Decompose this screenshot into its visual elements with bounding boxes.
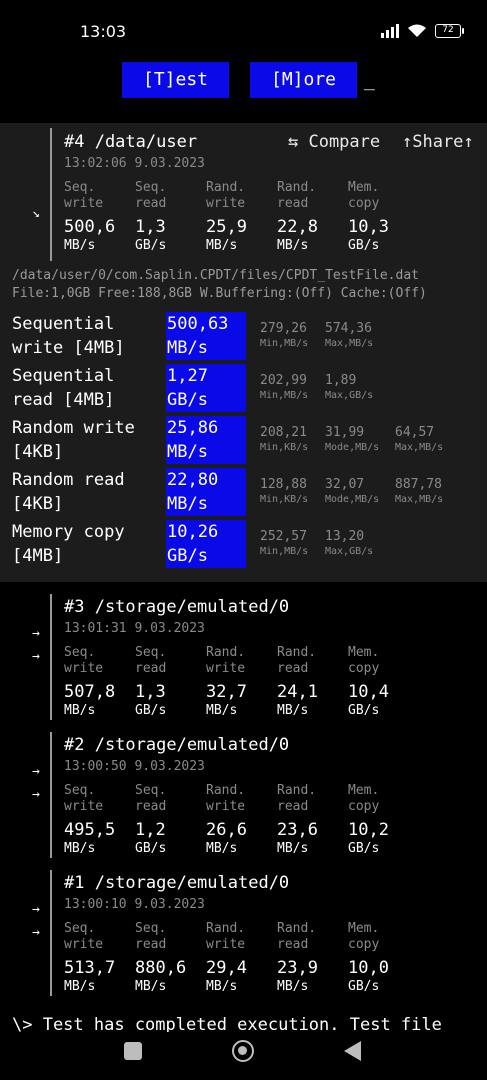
detail-stat: 32,07 Mode,MB/s [325,477,380,505]
detail-label-mem-copy: Memory copy [4MB] [12,522,125,566]
arrow-icon: → [32,902,40,917]
metric-seq-write: Seq. write 495,5 MB/s [64,783,116,856]
arrow-icon: → [32,925,40,940]
navigation-bar [0,1032,487,1080]
detail-value-seq-read: 1,27 GB/s [166,364,246,412]
test-button[interactable]: [T]est [122,62,229,98]
result-title: #3 /storage/emulated/0 [64,597,290,617]
arrow-icon: → [32,787,40,802]
recents-icon[interactable] [124,1042,142,1060]
metric-rand-write: Rand. write 32,7 MB/s [206,645,247,718]
metric-seq-write: Seq. write 507,8 MB/s [64,645,116,718]
detail-stat: 1,89 Max,GB/s [325,373,374,401]
detail-stat: 64,57 Max,MB/s [395,425,444,453]
metric-mem-copy: Mem. copy 10,3 GB/s [348,180,389,253]
detail-value-rand-write: 25,86 MB/s [166,416,246,464]
wifi-icon [408,24,426,37]
compare-button[interactable]: ⇆ Compare [288,132,380,152]
battery-icon: 72 [435,24,464,38]
detail-label-rand-write: Random write [4KB] [12,418,135,462]
arrow-icon: → [32,764,40,779]
more-button[interactable]: [M]ore [250,62,357,98]
result-title: #2 /storage/emulated/0 [64,735,290,755]
metric-rand-write: Rand. write 26,6 MB/s [206,783,247,856]
metric-seq-write: Seq. write 500,6 MB/s [64,180,116,253]
current-result-panel: #4 /data/user 13:02:06 9.03.2023 ⇆ Compa… [0,123,487,582]
detail-label-seq-write: Sequential write [4MB] [12,314,125,358]
home-icon[interactable] [232,1040,254,1062]
metric-seq-read: Seq. read 1,3 GB/s [135,180,167,253]
result-title: #1 /storage/emulated/0 [64,873,290,893]
text-cursor: _ [364,70,375,91]
metric-rand-read: Rand. read 23,9 MB/s [277,921,318,994]
metric-seq-read: Seq. read 880,6 MB/s [135,921,187,994]
metric-seq-write: Seq. write 513,7 MB/s [64,921,116,994]
result-divider [50,732,52,858]
expand-arrow-icon[interactable]: ↘ [32,206,40,221]
detail-value-mem-copy: 10,26 GB/s [166,520,246,568]
detail-value-seq-write: 500,63 MB/s [166,312,246,360]
metric-rand-read: Rand. read 24,1 MB/s [277,645,318,718]
detail-stat: 887,78 Max,MB/s [395,477,444,505]
metric-rand-read: Rand. read 23,6 MB/s [277,783,318,856]
result-date: 13:00:10 9.03.2023 [64,897,205,912]
back-icon[interactable] [344,1041,361,1061]
metric-rand-write: Rand. write 25,9 MB/s [206,180,247,253]
status-bar: 13:03 72 [0,0,487,60]
arrow-icon: → [32,649,40,664]
metric-rand-write: Rand. write 29,4 MB/s [206,921,247,994]
cellular-signal-icon [381,24,399,38]
detail-stat: 574,36 Max,MB/s [325,321,374,349]
share-button[interactable]: ↑Share↑ [402,132,474,152]
metric-seq-read: Seq. read 1,3 GB/s [135,645,167,718]
detail-stat: 279,26 Min,MB/s [260,321,309,349]
status-time: 13:03 [80,22,127,41]
result-divider [50,594,52,720]
metric-seq-read: Seq. read 1,2 GB/s [135,783,167,856]
metric-mem-copy: Mem. copy 10,2 GB/s [348,783,389,856]
detail-value-rand-read: 22,80 MB/s [166,468,246,516]
detail-stat: 202,99 Min,MB/s [260,373,309,401]
detail-stat: 31,99 Mode,MB/s [325,425,380,453]
metric-rand-read: Rand. read 22,8 MB/s [277,180,318,253]
result-date: 13:01:31 9.03.2023 [64,621,205,636]
result-date: 13:02:06 9.03.2023 [64,156,205,171]
result-date: 13:00:50 9.03.2023 [64,759,205,774]
detail-stat: 13,20 Max,GB/s [325,529,374,557]
detail-label-rand-read: Random read [4KB] [12,470,125,514]
file-path: /data/user/0/com.Saplin.CPDT/files/CPDT_… [12,268,419,283]
detail-stat: 252,57 Min,MB/s [260,529,309,557]
detail-stat: 208,21 Min,KB/s [260,425,309,453]
file-details: File:1,0GB Free:188,8GB W.Buffering:(Off… [12,286,427,301]
result-divider [50,870,52,996]
detail-label-seq-read: Sequential read [4MB] [12,366,115,410]
metric-mem-copy: Mem. copy 10,4 GB/s [348,645,389,718]
result-title: #4 /data/user [64,132,198,152]
detail-stat: 128,88 Min,KB/s [260,477,309,505]
metric-mem-copy: Mem. copy 10,0 GB/s [348,921,389,994]
result-divider [50,128,52,261]
arrow-icon: → [32,626,40,641]
